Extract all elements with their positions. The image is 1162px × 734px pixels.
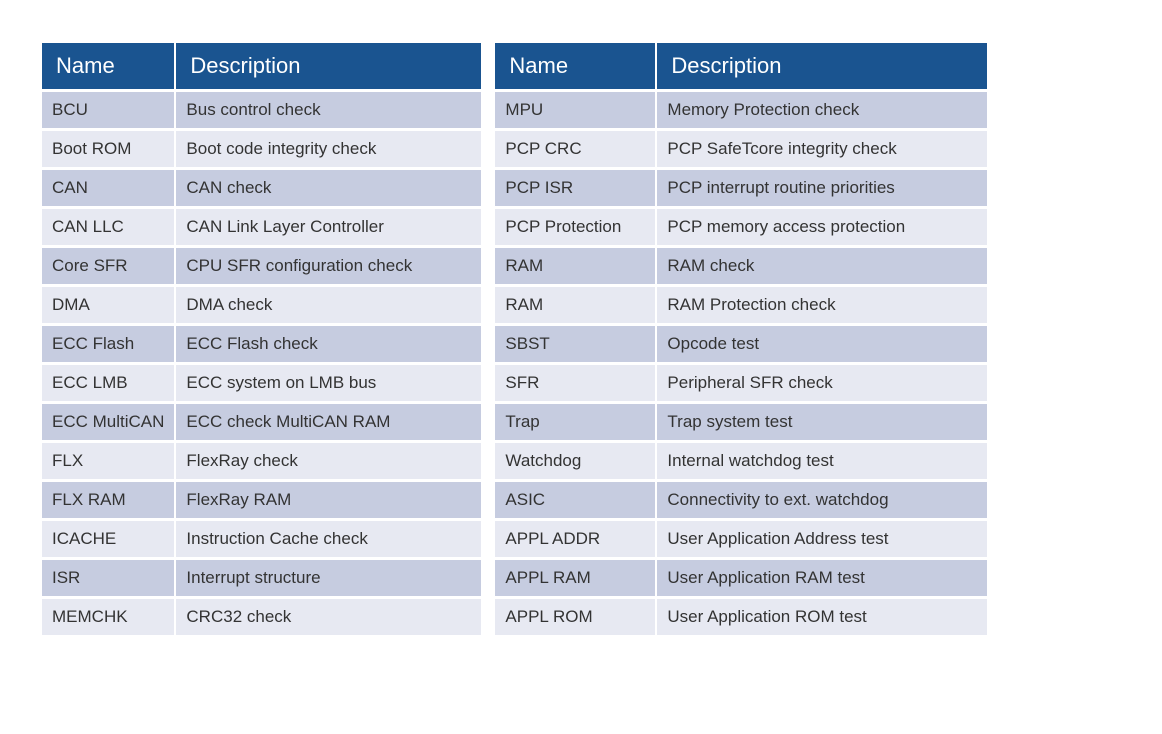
cell-name: APPL RAM [495, 560, 655, 596]
table-row: RAMRAM check [495, 248, 987, 284]
cell-description: CAN Link Layer Controller [176, 209, 481, 245]
table-row: Core SFRCPU SFR configuration check [42, 248, 481, 284]
cell-description: Boot code integrity check [176, 131, 481, 167]
table-row: BCUBus control check [42, 92, 481, 128]
right-table-body: MPUMemory Protection checkPCP CRCPCP Saf… [495, 92, 987, 635]
cell-description: CRC32 check [176, 599, 481, 635]
cell-name: Core SFR [42, 248, 174, 284]
table-row: PCP ISRPCP interrupt routine priorities [495, 170, 987, 206]
cell-name: Watchdog [495, 443, 655, 479]
table-header-row: Name Description [42, 43, 481, 89]
table-row: ASICConnectivity to ext. watchdog [495, 482, 987, 518]
cell-name: Boot ROM [42, 131, 174, 167]
table-row: ECC LMBECC system on LMB bus [42, 365, 481, 401]
cell-description: Bus control check [176, 92, 481, 128]
cell-description: Instruction Cache check [176, 521, 481, 557]
cell-description: Connectivity to ext. watchdog [657, 482, 987, 518]
table-row: FLXFlexRay check [42, 443, 481, 479]
cell-name: ECC Flash [42, 326, 174, 362]
cell-description: User Application RAM test [657, 560, 987, 596]
cell-name: FLX [42, 443, 174, 479]
left-table: Name Description BCUBus control checkBoo… [40, 40, 483, 638]
header-name: Name [42, 43, 174, 89]
cell-description: Peripheral SFR check [657, 365, 987, 401]
table-row: ECC FlashECC Flash check [42, 326, 481, 362]
cell-name: CAN LLC [42, 209, 174, 245]
cell-name: RAM [495, 248, 655, 284]
cell-description: FlexRay RAM [176, 482, 481, 518]
cell-name: PCP CRC [495, 131, 655, 167]
cell-name: ECC MultiCAN [42, 404, 174, 440]
cell-name: MEMCHK [42, 599, 174, 635]
table-row: CAN LLCCAN Link Layer Controller [42, 209, 481, 245]
cell-description: PCP interrupt routine priorities [657, 170, 987, 206]
table-header-row: Name Description [495, 43, 987, 89]
cell-name: ASIC [495, 482, 655, 518]
cell-name: APPL ADDR [495, 521, 655, 557]
table-row: WatchdogInternal watchdog test [495, 443, 987, 479]
cell-name: ECC LMB [42, 365, 174, 401]
table-row: CANCAN check [42, 170, 481, 206]
cell-name: SBST [495, 326, 655, 362]
cell-description: Internal watchdog test [657, 443, 987, 479]
table-row: TrapTrap system test [495, 404, 987, 440]
header-description: Description [176, 43, 481, 89]
cell-description: RAM check [657, 248, 987, 284]
cell-description: CPU SFR configuration check [176, 248, 481, 284]
right-table: Name Description MPUMemory Protection ch… [493, 40, 989, 638]
cell-description: Memory Protection check [657, 92, 987, 128]
cell-name: SFR [495, 365, 655, 401]
cell-description: Interrupt structure [176, 560, 481, 596]
cell-name: DMA [42, 287, 174, 323]
table-row: Boot ROMBoot code integrity check [42, 131, 481, 167]
cell-name: RAM [495, 287, 655, 323]
table-row: SBSTOpcode test [495, 326, 987, 362]
table-row: ICACHEInstruction Cache check [42, 521, 481, 557]
header-description: Description [657, 43, 987, 89]
table-row: PCP ProtectionPCP memory access protecti… [495, 209, 987, 245]
cell-description: CAN check [176, 170, 481, 206]
cell-description: FlexRay check [176, 443, 481, 479]
cell-description: ECC check MultiCAN RAM [176, 404, 481, 440]
cell-description: User Application ROM test [657, 599, 987, 635]
cell-description: Opcode test [657, 326, 987, 362]
cell-description: ECC Flash check [176, 326, 481, 362]
cell-name: Trap [495, 404, 655, 440]
cell-name: PCP ISR [495, 170, 655, 206]
cell-description: ECC system on LMB bus [176, 365, 481, 401]
cell-name: ICACHE [42, 521, 174, 557]
table-row: APPL ADDRUser Application Address test [495, 521, 987, 557]
header-name: Name [495, 43, 655, 89]
cell-name: FLX RAM [42, 482, 174, 518]
tables-container: Name Description BCUBus control checkBoo… [40, 40, 1122, 638]
table-row: DMADMA check [42, 287, 481, 323]
table-row: SFRPeripheral SFR check [495, 365, 987, 401]
cell-description: PCP memory access protection [657, 209, 987, 245]
cell-name: APPL ROM [495, 599, 655, 635]
cell-description: User Application Address test [657, 521, 987, 557]
table-row: ECC MultiCANECC check MultiCAN RAM [42, 404, 481, 440]
table-row: ISRInterrupt structure [42, 560, 481, 596]
cell-name: BCU [42, 92, 174, 128]
cell-description: Trap system test [657, 404, 987, 440]
left-table-body: BCUBus control checkBoot ROMBoot code in… [42, 92, 481, 635]
cell-name: MPU [495, 92, 655, 128]
cell-description: DMA check [176, 287, 481, 323]
cell-name: CAN [42, 170, 174, 206]
cell-description: PCP SafeTcore integrity check [657, 131, 987, 167]
table-row: MEMCHKCRC32 check [42, 599, 481, 635]
cell-name: ISR [42, 560, 174, 596]
cell-name: PCP Protection [495, 209, 655, 245]
table-row: RAMRAM Protection check [495, 287, 987, 323]
table-row: FLX RAMFlexRay RAM [42, 482, 481, 518]
table-row: APPL ROMUser Application ROM test [495, 599, 987, 635]
table-row: PCP CRCPCP SafeTcore integrity check [495, 131, 987, 167]
table-row: APPL RAMUser Application RAM test [495, 560, 987, 596]
cell-description: RAM Protection check [657, 287, 987, 323]
table-row: MPUMemory Protection check [495, 92, 987, 128]
